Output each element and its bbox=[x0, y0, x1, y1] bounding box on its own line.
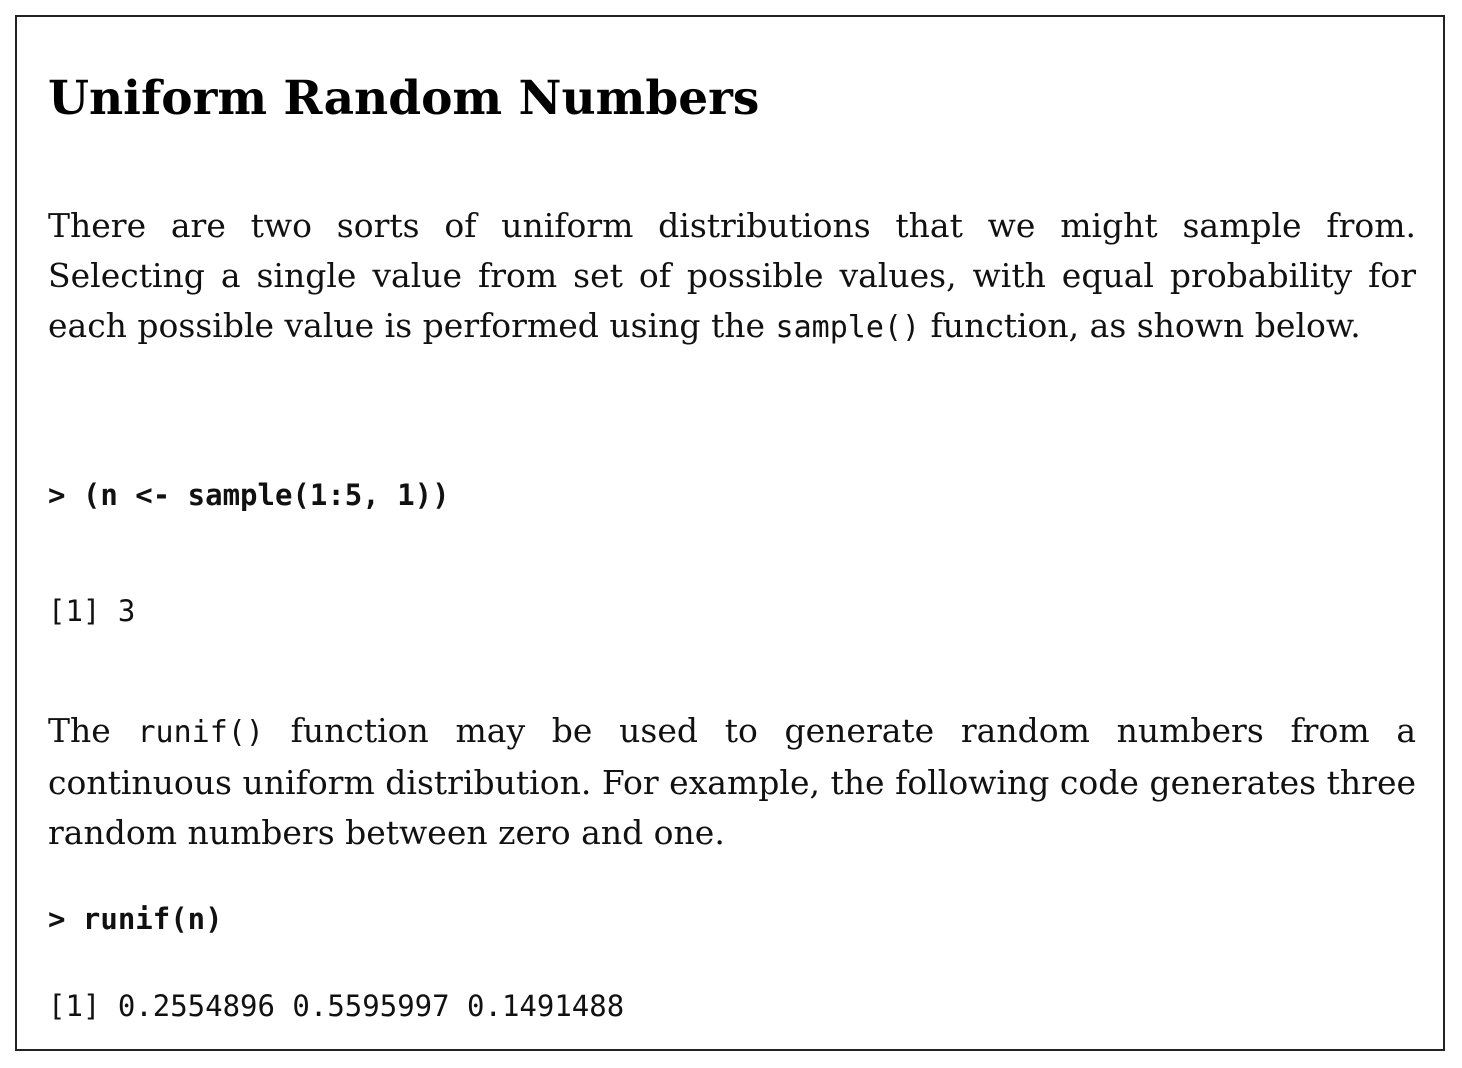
page-title: Uniform Random Numbers bbox=[48, 71, 760, 126]
code-input-sample: > (n <- sample(1:5, 1)) bbox=[48, 478, 450, 512]
code-output-sample: [1] 3 bbox=[48, 594, 136, 628]
sample-function-code: sample() bbox=[775, 310, 921, 345]
document-content: Uniform Random Numbers There are two sor… bbox=[48, 0, 1416, 1068]
intro-text-after: function, as shown below. bbox=[920, 306, 1361, 345]
intro-paragraph: There are two sorts of uniform distribut… bbox=[48, 201, 1416, 353]
runif-text-before: The bbox=[48, 711, 138, 750]
runif-function-code: runif() bbox=[137, 715, 264, 750]
code-output-runif: [1] 0.2554896 0.5595997 0.1491488 bbox=[48, 989, 625, 1023]
runif-paragraph: The runif() function may be used to gene… bbox=[48, 706, 1416, 858]
code-input-runif: > runif(n) bbox=[48, 902, 223, 936]
